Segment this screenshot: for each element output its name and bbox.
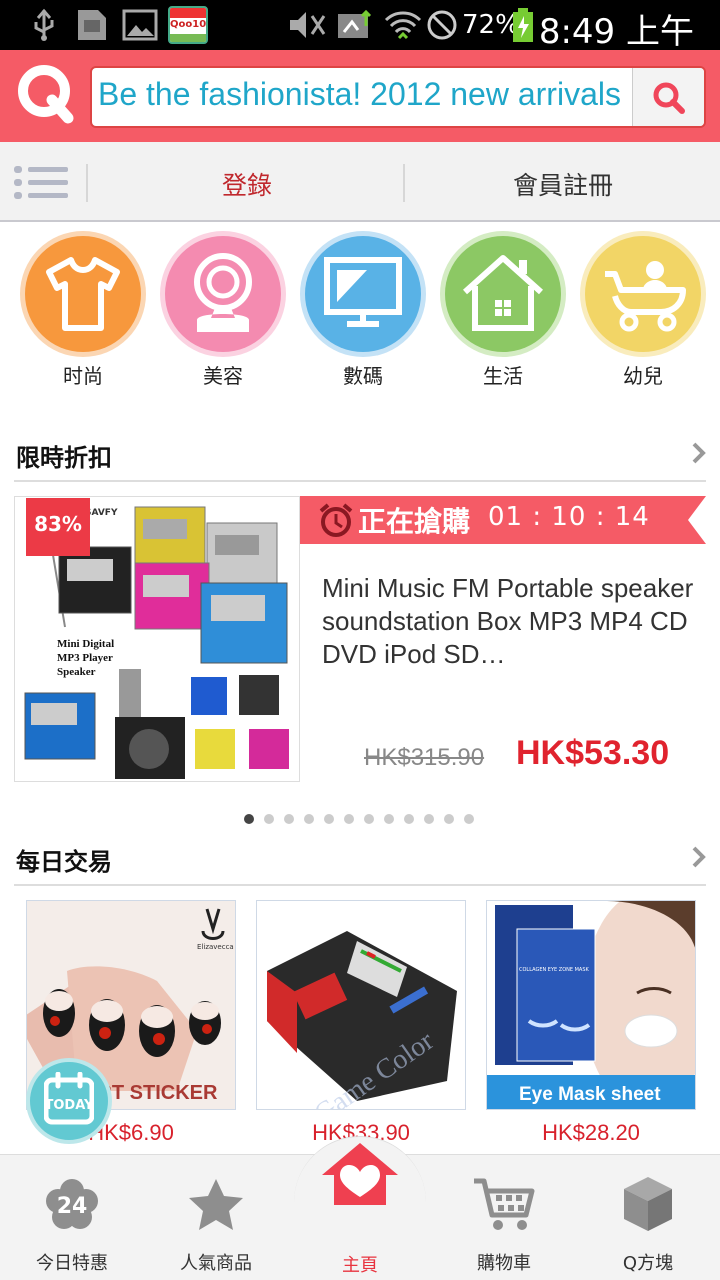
app-header: Be the fashionista! 2012 new arrivals [0, 50, 720, 142]
usb-icon [34, 8, 54, 41]
carousel-dot [244, 814, 254, 824]
carousel-dot [464, 814, 474, 824]
mute-icon [290, 12, 326, 38]
carousel-dot [264, 814, 274, 824]
login-bar: 登錄 會員註冊 [0, 142, 720, 222]
daily-deal-item-2[interactable]: Game Color [256, 900, 466, 1110]
carousel-dot [424, 814, 434, 824]
category-label: 幼兒 [623, 364, 663, 388]
flower-24-badge: 24 [57, 1194, 88, 1219]
cube-icon [624, 1177, 672, 1231]
carousel-dot [384, 814, 394, 824]
divider [86, 164, 88, 202]
original-price: HK$315.90 [364, 744, 485, 771]
category-label: 时尚 [63, 364, 103, 388]
qoo10-q-logo[interactable] [18, 64, 74, 124]
discount-badge: 83% [26, 498, 90, 556]
image-text-line2: MP3 Player [57, 652, 113, 664]
data-icon [338, 9, 372, 38]
category-fashion-circle [25, 236, 141, 352]
today-badge-text: TODAY [44, 1098, 94, 1113]
home-heart-icon [322, 1143, 398, 1205]
pack-text: COLLAGEN EYE ZONE MASK [519, 967, 590, 973]
nav-q-cube[interactable]: Q方塊 [576, 1155, 720, 1280]
stroller-icon [605, 261, 686, 332]
section-divider [14, 884, 706, 886]
flash-sale-product-title[interactable]: Mini Music FM Portable speaker soundstat… [322, 572, 696, 671]
battery-charging-icon [513, 8, 533, 42]
category-living-circle [445, 236, 561, 352]
qoo10-app-icon: Qoo10 [168, 6, 208, 44]
search-icon [653, 82, 685, 114]
list-menu-icon[interactable] [14, 164, 68, 202]
daily-deals-title: 每日交易 [16, 848, 112, 876]
category-digital[interactable]: 數碼 [304, 236, 422, 389]
carousel-dot [404, 814, 414, 824]
nav-popular[interactable]: 人氣商品 [144, 1155, 288, 1280]
nav-today-deals[interactable]: 24 今日特惠 [0, 1155, 144, 1280]
alarm-clock-icon [319, 503, 353, 537]
register-link[interactable]: 會員註冊 [406, 166, 720, 202]
carousel-dot [344, 814, 354, 824]
login-link[interactable]: 登錄 [90, 166, 404, 202]
status-time: 8:49 上午 [538, 12, 694, 52]
search-input[interactable]: Be the fashionista! 2012 new arrivals [98, 76, 632, 113]
category-digital-circle [305, 236, 421, 352]
divider [403, 164, 405, 202]
chevron-right-icon[interactable] [692, 442, 706, 464]
flower-24-icon: 24 [46, 1179, 98, 1229]
cart-icon [474, 1178, 535, 1230]
nav-label: 人氣商品 [180, 1253, 252, 1274]
battery-tester-image: Game Color [257, 901, 465, 1109]
carousel-dot [304, 814, 314, 824]
sd-card-icon [78, 10, 106, 40]
monitor-icon [324, 257, 402, 327]
today-floating-button[interactable]: TODAY [26, 1058, 112, 1144]
carousel-dot [364, 814, 374, 824]
nav-label: 購物車 [477, 1253, 531, 1274]
category-beauty-circle [165, 236, 281, 352]
image-text-line1: Mini Digital [57, 638, 114, 650]
wifi-icon [384, 11, 422, 40]
nav-home[interactable]: 主頁 [294, 1136, 426, 1276]
section-divider [14, 480, 706, 482]
carousel-dot [444, 814, 454, 824]
category-label: 數碼 [343, 364, 383, 388]
carousel-dot [284, 814, 294, 824]
image-icon [122, 9, 158, 41]
flash-sale-title: 限時折扣 [16, 444, 112, 472]
nav-label: Q方塊 [622, 1253, 674, 1274]
star-icon [189, 1179, 243, 1230]
search-box[interactable]: Be the fashionista! 2012 new arrivals [90, 66, 706, 128]
category-baby[interactable]: 幼兒 [584, 236, 702, 389]
nav-cart[interactable]: 購物車 [432, 1155, 576, 1280]
nav-label: 主頁 [342, 1255, 378, 1276]
qoo10-app-icon-text: Qoo10 [170, 19, 207, 30]
flash-sale-label: 正在搶購 [358, 505, 471, 538]
eye-mask-caption: Eye Mask sheet [519, 1084, 661, 1105]
image-text-line3: Speaker [57, 666, 96, 678]
countdown-timer: 01 : 10 : 14 [488, 502, 650, 532]
house-icon [462, 255, 544, 331]
category-label: 美容 [203, 364, 243, 388]
nav-label: 今日特惠 [36, 1253, 108, 1274]
mirror-icon [194, 253, 252, 332]
category-living[interactable]: 生活 [444, 236, 562, 389]
daily-deal-item-3[interactable]: COLLAGEN EYE ZONE MASK Eye Mask sheet [486, 900, 696, 1110]
eye-mask-image: COLLAGEN EYE ZONE MASK Eye Mask sheet [487, 901, 695, 1109]
tshirt-icon [46, 257, 120, 331]
category-beauty[interactable]: 美容 [164, 236, 282, 389]
chevron-right-icon[interactable] [692, 846, 706, 868]
category-label: 生活 [483, 364, 523, 388]
status-bar: Qoo10 72% 8:49 上午 [0, 0, 720, 52]
blocked-icon [427, 10, 457, 40]
sale-price: HK$53.30 [516, 734, 670, 772]
carousel-dot [324, 814, 334, 824]
search-button[interactable] [632, 68, 704, 126]
brand-text: Elizavecca [197, 943, 234, 951]
category-baby-circle [585, 236, 701, 352]
category-fashion[interactable]: 时尚 [24, 236, 142, 389]
daily-deal-price-3: HK$28.20 [542, 1120, 640, 1145]
